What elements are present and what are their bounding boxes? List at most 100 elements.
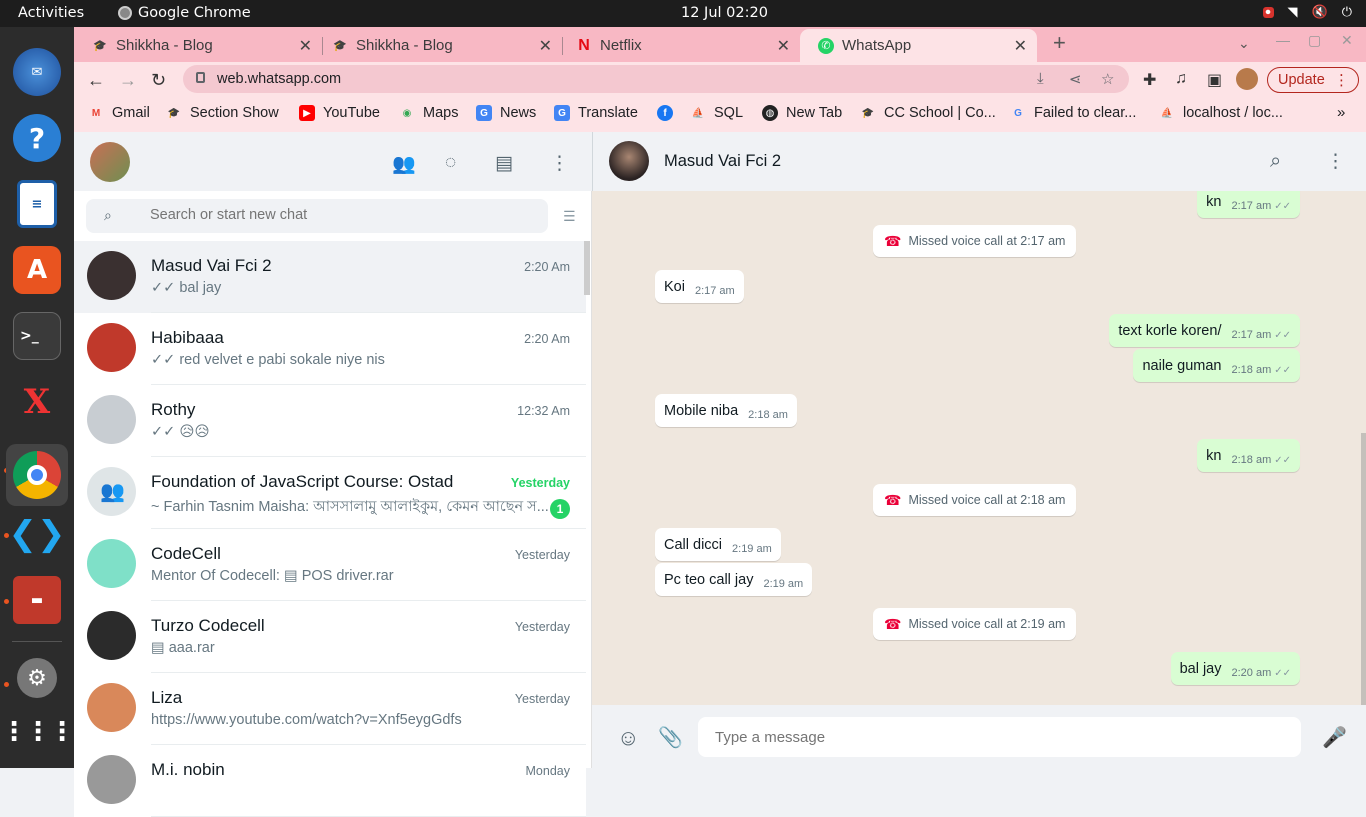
tab-netflix[interactable]: N Netflix ✕ (558, 29, 800, 62)
volume-icon[interactable]: 🔇 (1312, 5, 1328, 20)
chat-item[interactable]: 👥 Foundation of JavaScript Course: Ostad Y… (74, 457, 586, 529)
files-icon[interactable]: ▬ (13, 576, 61, 624)
bookmark-cc-school[interactable]: 🎓 CC School | Co... (860, 105, 996, 121)
missed-call-notice[interactable]: ☎ Missed voice call at 2:19 am (873, 608, 1077, 640)
emoji-icon[interactable]: ☺ (617, 725, 639, 751)
chat-item[interactable]: Habibaaa 2:20 Am ✓✓ red velvet e pabi soka… (74, 313, 586, 385)
install-icon[interactable]: ⤓ (1037, 70, 1044, 87)
tab-whatsapp[interactable]: ✆ WhatsApp ✕ (800, 29, 1037, 62)
close-tab-icon[interactable]: ✕ (1014, 36, 1027, 56)
conversation-header[interactable]: Masud Vai Fci 2 ⌕ ⋮ (592, 132, 1366, 191)
outgoing-message[interactable]: kn 2:18 am ✓✓ (1197, 439, 1300, 472)
status-icon[interactable]: ◌ (445, 152, 456, 174)
missed-call-notice[interactable]: ☎ Missed voice call at 2:18 am (873, 484, 1077, 516)
forward-icon[interactable]: → (119, 70, 137, 91)
outgoing-message[interactable]: bal jay 2:20 am ✓✓ (1170, 652, 1300, 685)
bookmark-sql[interactable]: ⛵ SQL (690, 105, 743, 121)
tab-search-icon[interactable]: ⌄ (1238, 35, 1250, 52)
profile-avatar[interactable] (1236, 68, 1258, 90)
activities-button[interactable]: Activities (18, 5, 84, 21)
help-icon[interactable]: ? (13, 114, 61, 162)
chat-item[interactable]: Rothy 12:32 Am ✓✓ 😥😥 (74, 385, 586, 457)
incoming-message[interactable]: Pc teo call jay 2:19 am (655, 563, 813, 596)
chat-list-scrollbar[interactable] (584, 241, 590, 295)
message-input[interactable] (698, 717, 1301, 757)
chat-item[interactable]: Liza Yesterday https://www.youtube.com/wat… (74, 673, 586, 745)
screen-share-icon[interactable]: ⏺ (1262, 7, 1274, 18)
new-chat-icon[interactable]: ▤ (495, 152, 513, 175)
update-button[interactable]: Update ⋮ (1267, 67, 1359, 93)
more-bookmarks-icon[interactable]: » (1337, 104, 1345, 121)
messages-scrollbar[interactable] (1361, 433, 1366, 705)
tab-shikkha-1[interactable]: 🎓 Shikkha - Blog ✕ (74, 29, 323, 62)
back-icon[interactable]: ← (87, 70, 105, 91)
close-tab-icon[interactable]: ✕ (299, 36, 312, 56)
my-avatar[interactable] (90, 142, 130, 182)
close-tab-icon[interactable]: ✕ (777, 36, 790, 56)
outgoing-message[interactable]: text korle koren/2:17 am ✓✓ (1109, 314, 1300, 347)
writer-icon[interactable]: ≡ (17, 180, 57, 228)
media-control-icon[interactable]: ♫ (1175, 70, 1187, 88)
chat-item[interactable]: Turzo Codecell Yesterday ▤ aaa.rar (74, 601, 586, 673)
side-panel-icon[interactable]: ▣ (1207, 70, 1222, 90)
minimize-icon[interactable]: — (1276, 32, 1290, 48)
xampp-icon[interactable]: X (13, 378, 61, 426)
lock-icon[interactable] (196, 72, 205, 83)
incoming-message[interactable]: Mobile niba 2:18 am (655, 394, 797, 427)
bookmark-translate[interactable]: G Translate (554, 105, 638, 121)
clock[interactable]: 12 Jul 02:20 (681, 5, 768, 21)
menu-icon[interactable]: ⋮ (1326, 150, 1345, 173)
missed-call-notice[interactable]: ☎ Missed voice call at 2:17 am (873, 225, 1077, 257)
translate-icon: G (554, 105, 570, 121)
thunderbird-icon[interactable]: ✉ (13, 48, 61, 96)
system-tray[interactable]: ⏺ ◥ 🔇 ⏻ (1262, 5, 1352, 20)
attach-icon[interactable]: 📎 (658, 725, 683, 750)
bookmark-section-show[interactable]: 🎓 Section Show (166, 105, 279, 121)
bookmark-failed-to-clear[interactable]: G Failed to clear... (1010, 105, 1136, 121)
bookmark-gmail[interactable]: M Gmail (88, 105, 150, 121)
app-menu[interactable]: Google Chrome (118, 5, 251, 21)
incoming-message[interactable]: Koi 2:17 am (655, 270, 744, 303)
bookmarks-bar: M Gmail 🎓 Section Show ▶ YouTube ◉ Maps G New… (74, 96, 1366, 132)
bookmark-new-tab[interactable]: ◍ New Tab (762, 105, 842, 121)
bookmark-youtube[interactable]: ▶ YouTube (299, 105, 380, 121)
search-input[interactable] (150, 207, 530, 223)
chat-item[interactable]: M.i. nobin Monday (74, 745, 586, 817)
contact-avatar[interactable] (609, 141, 649, 181)
menu-icon[interactable]: ⋮ (550, 152, 569, 175)
bookmark-news[interactable]: G News (476, 105, 536, 121)
extensions-icon[interactable]: ✚ (1143, 70, 1156, 90)
new-tab-icon[interactable]: + (1053, 30, 1066, 56)
chrome-icon[interactable] (6, 444, 68, 506)
omnibox[interactable]: web.whatsapp.com ⤓ ⋖ ☆ (183, 65, 1129, 93)
message-list: kn 2:17 am ✓✓ ☎ Missed voice call at 2:17 am… (592, 191, 1366, 705)
show-apps-icon[interactable]: ⋮⋮⋮ (1, 708, 75, 756)
wifi-icon[interactable]: ◥ (1288, 5, 1298, 20)
app-center-icon[interactable]: A (13, 246, 61, 294)
bookmark-star-icon[interactable]: ☆ (1101, 70, 1114, 88)
bookmark-facebook[interactable]: f (657, 105, 681, 121)
settings-icon[interactable]: ⚙ (17, 658, 57, 698)
communities-icon[interactable]: 👥 (392, 152, 416, 176)
terminal-icon[interactable]: >_ (13, 312, 61, 360)
tab-shikkha-2[interactable]: 🎓 Shikkha - Blog ✕ (314, 29, 563, 62)
close-window-icon[interactable]: ✕ (1341, 32, 1353, 49)
outgoing-message[interactable]: kn 2:17 am ✓✓ (1197, 191, 1300, 218)
close-tab-icon[interactable]: ✕ (539, 36, 552, 56)
outgoing-message[interactable]: naile guman 2:18 am ✓✓ (1133, 349, 1300, 382)
bookmark-maps[interactable]: ◉ Maps (399, 105, 459, 121)
bookmark-label: SQL (714, 105, 744, 121)
chat-name: Rothy (151, 400, 196, 419)
vscode-icon[interactable]: ❮❯ (9, 510, 66, 558)
share-icon[interactable]: ⋖ (1069, 70, 1082, 88)
reload-icon[interactable]: ↻ (151, 70, 166, 91)
chat-item[interactable]: CodeCell Yesterday Mentor Of Codecell: ▤ P… (74, 529, 586, 601)
search-icon[interactable]: ⌕ (1270, 150, 1281, 173)
bookmark-localhost[interactable]: ⛵ localhost / loc... (1159, 105, 1283, 121)
incoming-message[interactable]: Call dicci 2:19 am (655, 528, 781, 561)
power-icon[interactable]: ⏻ (1342, 5, 1352, 20)
chat-item[interactable]: Masud Vai Fci 2 2:20 Am ✓✓ bal jay (74, 241, 586, 313)
maximize-icon[interactable]: ▢ (1308, 32, 1321, 49)
microphone-icon[interactable]: 🎤 (1322, 725, 1347, 750)
filter-icon[interactable]: ☰ (563, 208, 576, 225)
